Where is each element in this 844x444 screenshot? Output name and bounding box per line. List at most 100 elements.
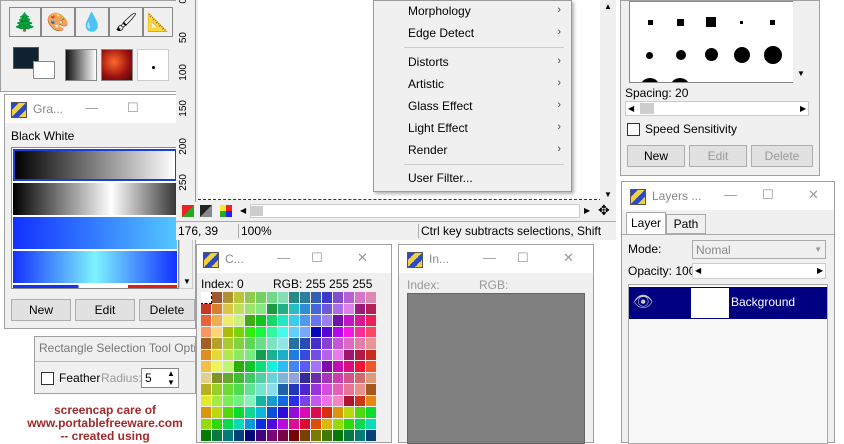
palette-swatch[interactable] [278,372,288,383]
palette-swatch[interactable] [322,315,332,326]
palette-swatch[interactable] [322,303,332,314]
palette-swatch[interactable] [278,292,288,303]
palette-swatch[interactable] [212,349,222,360]
palette-swatch[interactable] [300,349,310,360]
palette-swatch[interactable] [300,384,310,395]
palette-swatch[interactable] [267,395,277,406]
palette-swatch[interactable] [366,303,376,314]
palette-swatch[interactable] [234,315,244,326]
palette-swatch[interactable] [267,418,277,429]
palette-swatch[interactable] [212,361,222,372]
palette-swatch[interactable] [212,407,222,418]
palette-swatch[interactable] [322,361,332,372]
palette-swatch[interactable] [289,315,299,326]
palette-swatch[interactable] [344,338,354,349]
stepper-down-icon[interactable]: ▼ [167,378,175,387]
palette-swatch[interactable] [322,349,332,360]
palette-swatch[interactable] [366,372,376,383]
minimize-icon[interactable]: — [277,250,290,265]
radius-stepper[interactable]: 5 ▲ ▼ [141,368,179,388]
palette-swatch[interactable] [212,292,222,303]
palette-swatch[interactable] [366,384,376,395]
palette-swatch[interactable] [311,395,321,406]
colors-titlebar[interactable]: C... — ☐ ✕ [197,245,391,273]
palette-swatch[interactable] [322,384,332,395]
palette-swatch[interactable] [245,372,255,383]
palette-swatch[interactable] [333,349,343,360]
palette-swatch[interactable] [256,430,266,441]
maximize-icon[interactable]: ☐ [762,187,774,203]
palette-swatch[interactable] [201,292,212,304]
palette-swatch[interactable] [212,418,222,429]
palette-swatch[interactable] [366,407,376,418]
palette-swatch[interactable] [311,418,321,429]
scroll-left-icon[interactable]: ◀ [240,206,246,215]
palette-swatch[interactable] [355,418,365,429]
palette-swatch[interactable] [344,430,354,441]
palette-swatch[interactable] [333,303,343,314]
palette-swatch[interactable] [223,418,233,429]
palette-swatch[interactable] [278,395,288,406]
palette-swatch[interactable] [344,315,354,326]
palette-swatch[interactable] [201,315,211,326]
menu-item[interactable]: Morphology › [374,1,571,23]
palette-swatch[interactable] [311,361,321,372]
brush-dot[interactable] [677,19,684,26]
scroll-thumb[interactable] [251,206,263,216]
palette-swatch[interactable] [366,349,376,360]
palette-swatch[interactable] [245,315,255,326]
palette-swatch[interactable] [355,384,365,395]
palette-swatch[interactable] [212,384,222,395]
palette-swatch[interactable] [234,349,244,360]
palette-swatch[interactable] [300,372,310,383]
scroll-down-icon[interactable]: ▼ [604,190,612,199]
stepper-up-icon[interactable]: ▲ [167,369,175,378]
palette-swatch[interactable] [278,418,288,429]
palette-swatch[interactable] [256,372,266,383]
palette-swatch[interactable] [234,395,244,406]
gradient-swatch-black-white[interactable] [13,149,177,181]
palette-swatch[interactable] [355,349,365,360]
palette-swatch[interactable] [311,430,321,441]
palette-swatch[interactable] [311,372,321,383]
maximize-icon[interactable]: ☐ [127,100,139,116]
palette-swatch[interactable] [322,292,332,303]
palette-swatch[interactable] [256,407,266,418]
palette-swatch[interactable] [278,361,288,372]
palette-swatch[interactable] [322,430,332,441]
scroll-left-icon[interactable]: ◀ [695,266,701,275]
palette-swatch[interactable] [344,372,354,383]
scroll-down-icon[interactable]: ▼ [183,277,191,286]
palette-swatch[interactable] [289,430,299,441]
palette-swatch[interactable] [366,430,376,441]
spacing-slider[interactable]: ◀ ▶ [625,101,809,116]
palette-swatch[interactable] [201,361,211,372]
menu-item[interactable]: Distorts › [374,52,571,74]
close-icon[interactable]: ✕ [357,250,368,266]
palette-swatch[interactable] [289,395,299,406]
palette-swatch[interactable] [256,395,266,406]
palette-swatch[interactable] [311,303,321,314]
tool-airbrush[interactable]: 🖌 [109,7,143,37]
palette-swatch[interactable] [366,361,376,372]
scroll-right-icon[interactable]: ▶ [817,266,823,275]
eye-icon[interactable]: 👁 [633,292,653,312]
palette-swatch[interactable] [245,384,255,395]
palette-swatch[interactable] [333,395,343,406]
palette-swatch[interactable] [256,338,266,349]
brush-grid-scrollbar[interactable]: ▼ [793,1,809,83]
palette-swatch[interactable] [234,384,244,395]
layer-list[interactable]: 👁 Background [628,284,828,444]
palette-grid-icon[interactable] [220,205,232,217]
brush-new-button[interactable]: New [627,145,685,167]
palette-swatch[interactable] [234,418,244,429]
palette-swatch[interactable] [212,315,222,326]
background-color-swatch[interactable] [33,61,55,79]
palette-swatch[interactable] [322,395,332,406]
speed-sensitivity-checkbox[interactable] [627,123,640,136]
palette-swatch[interactable] [245,326,255,337]
close-icon[interactable]: ✕ [808,187,819,203]
palette-swatch[interactable] [322,372,332,383]
palette-swatch[interactable] [322,418,332,429]
palette-swatch[interactable] [333,384,343,395]
